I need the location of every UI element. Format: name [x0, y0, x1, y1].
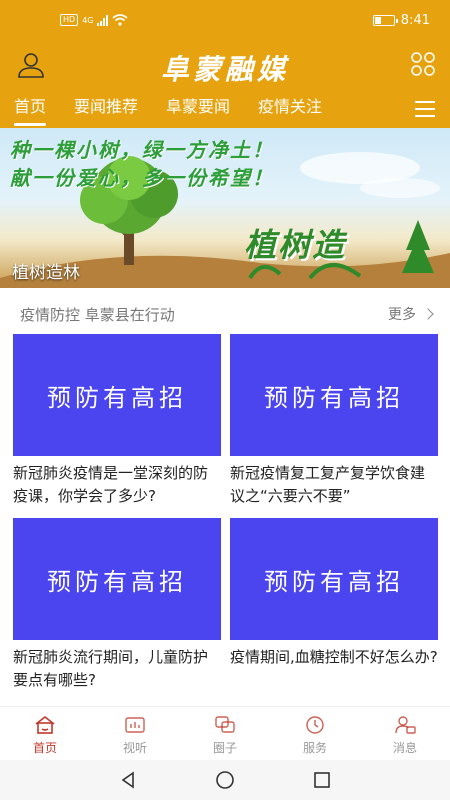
banner-caption: 植树造林	[12, 263, 80, 283]
nav-label: 消息	[392, 741, 417, 755]
app-header: 阜蒙融媒	[0, 44, 450, 90]
nav-item-messages[interactable]: 消息	[360, 707, 450, 760]
channel-tabs: 首页 要闻推荐 阜蒙要闻 疫情关注	[0, 90, 450, 128]
more-link[interactable]: 更多	[388, 304, 434, 324]
card-thumbnail: 预防有高招	[230, 334, 438, 456]
battery-icon	[372, 15, 398, 26]
nav-item-home[interactable]: 首页	[0, 707, 90, 760]
apps-grid-icon[interactable]	[410, 51, 436, 77]
signal-icon	[97, 14, 109, 26]
network-type: 4G	[82, 15, 94, 25]
video-icon	[125, 717, 145, 733]
circle-icon	[215, 716, 235, 733]
nav-item-video[interactable]: 视听	[90, 707, 180, 760]
app-title: 阜蒙融媒	[160, 53, 289, 86]
signal-status: HD 4G	[60, 14, 129, 26]
card-thumbnail: 预防有高招	[230, 518, 438, 640]
banner-deco-text: 植树造	[244, 226, 347, 264]
tab-home[interactable]: 首页	[0, 90, 60, 128]
section-title: 疫情防控 阜蒙县在行动	[20, 306, 175, 324]
news-card[interactable]: 预防有高招 新冠肺炎疫情是一堂深刻的防疫课，你学会了多少?	[13, 334, 221, 508]
battery-level	[374, 17, 381, 24]
home-button-icon[interactable]	[215, 770, 235, 790]
news-card[interactable]: 预防有高招 新冠肺炎流行期间，儿童防护要点有哪些?	[13, 518, 221, 692]
clock-icon	[306, 716, 324, 734]
card-title: 新冠疫情复工复产复学饮食建议之“六要六不要”	[230, 464, 426, 505]
tab-epidemic-focus[interactable]: 疫情关注	[244, 90, 336, 128]
news-card[interactable]: 预防有高招 疫情期间,血糖控制不好怎么办?	[230, 518, 438, 692]
card-thumbnail: 预防有高招	[13, 334, 221, 456]
card-title: 新冠肺炎流行期间，儿童防护要点有哪些?	[13, 648, 209, 689]
more-label: 更多	[388, 307, 416, 323]
news-card[interactable]: 预防有高招 新冠疫情复工复产复学饮食建议之“六要六不要”	[230, 334, 438, 508]
card-title: 疫情期间,血糖控制不好怎么办?	[230, 648, 438, 666]
system-nav-bar	[0, 760, 450, 800]
nav-item-service[interactable]: 服务	[270, 707, 360, 760]
card-title: 新冠肺炎疫情是一堂深刻的防疫课，你学会了多少?	[13, 464, 209, 505]
nav-label: 首页	[32, 741, 57, 755]
nav-label: 视听	[122, 741, 147, 755]
status-right: 8:41	[372, 13, 430, 28]
chevron-right-icon	[422, 308, 434, 320]
wifi-icon	[112, 14, 129, 26]
status-bar: HD 4G 8:41	[0, 0, 450, 44]
banner-slogan-2: 献一份爱心，多一份希望！	[10, 166, 274, 190]
back-icon[interactable]	[118, 770, 138, 790]
menu-icon[interactable]	[414, 99, 436, 119]
nav-label: 圈子	[212, 741, 237, 755]
home-icon	[35, 715, 55, 734]
message-user-icon	[395, 716, 416, 734]
bottom-nav: 首页 视听 圈子 服务 消息	[0, 706, 450, 760]
nav-label: 服务	[302, 741, 327, 755]
nav-item-circle[interactable]: 圈子	[180, 707, 270, 760]
tab-recommended-news[interactable]: 要闻推荐	[60, 90, 152, 128]
section-header: 疫情防控 阜蒙县在行动 更多	[0, 296, 450, 330]
tab-fumeng-news[interactable]: 阜蒙要闻	[152, 90, 244, 128]
banner-slogan-1: 种一棵小树，绿一方净土！	[10, 138, 274, 162]
clock-time: 8:41	[400, 13, 430, 28]
card-thumbnail: 预防有高招	[13, 518, 221, 640]
banner-carousel[interactable]: 种一棵小树，绿一方净土！ 献一份爱心，多一份希望！ 植树造 植树造林	[0, 128, 450, 288]
recents-icon[interactable]	[312, 770, 332, 790]
hd-badge: HD	[60, 14, 79, 26]
